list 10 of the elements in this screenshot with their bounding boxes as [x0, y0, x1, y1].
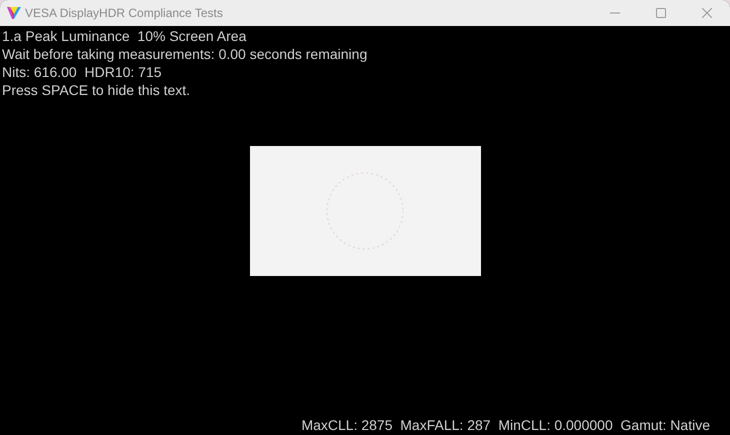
info-text: Nits: 616.00 HDR10: 715 — [2, 63, 163, 81]
status-text: MaxCLL: 2875 MaxFALL: 287 MinCLL: 0.000000 Gamut: Native — [301, 416, 710, 434]
app-logo-icon — [7, 7, 21, 19]
dotted-circle-icon — [326, 172, 404, 250]
info-text: Press SPACE to hide this text. — [2, 81, 192, 99]
info-text: Wait before taking measurements: 0.00 seconds remaining — [2, 45, 368, 63]
close-icon — [702, 8, 712, 18]
info-text: 1.a Peak Luminance 10% Screen Area — [2, 27, 248, 45]
maximize-icon — [656, 8, 666, 18]
window-title: VESA DisplayHDR Compliance Tests — [25, 5, 223, 22]
